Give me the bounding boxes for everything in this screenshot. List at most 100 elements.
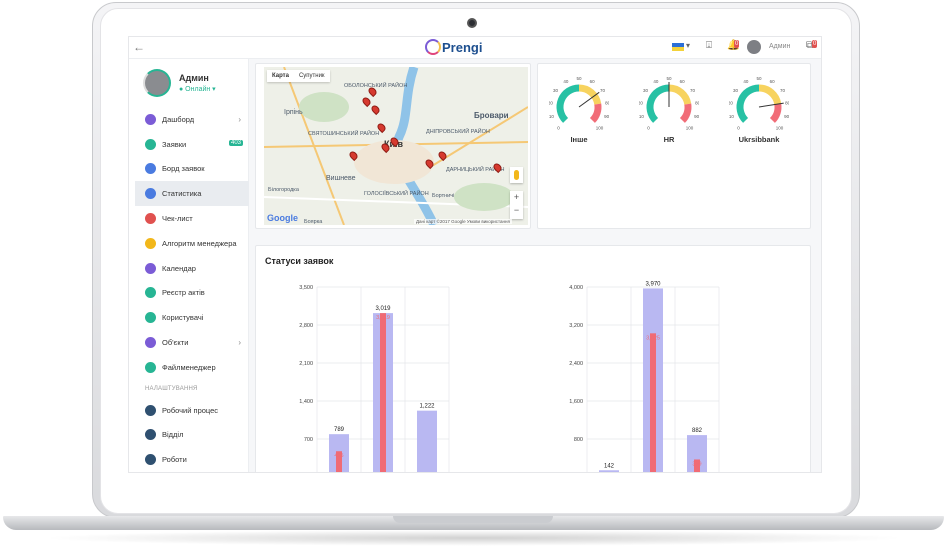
gauge-tick-label: 60	[770, 79, 776, 84]
gauge-band	[758, 84, 782, 105]
gauge-tick-label: 0	[557, 126, 560, 131]
gauge-dial: 10 20 30 40 50 60 70 80 90 100 0	[548, 76, 611, 131]
logo-text: Prengi	[442, 40, 483, 55]
map-tab-map[interactable]: Карта	[267, 70, 294, 82]
sidebar-item-icon	[145, 361, 156, 373]
sidebar-item-label: Реєстр актів	[162, 288, 205, 298]
gauge-band	[679, 103, 692, 123]
laptop-notch	[393, 516, 553, 523]
sidebar-item-label: Заявки	[162, 139, 187, 149]
bar-sub	[650, 333, 656, 472]
gauge-label: HR	[663, 135, 675, 144]
sidebar-item[interactable]: Алгоритм менеджера	[135, 231, 249, 256]
bar-sub-label: 3,019	[376, 315, 390, 321]
gauge-label: Ukrsibbank	[738, 135, 780, 144]
back-arrow-icon[interactable]: ←	[133, 40, 145, 54]
statuses-title: Статуси заявок	[265, 256, 334, 266]
google-logo: Google	[267, 213, 298, 223]
sidebar-item-icon	[145, 262, 156, 274]
sidebar-item[interactable]: Роботи	[135, 447, 249, 472]
map-label: СВЯТОШИНСЬКИЙ РАЙОН	[308, 131, 380, 137]
bar-total-label: 3,970	[645, 281, 661, 287]
status-chart-1: 3,500 2,800 2,100 1,400 700 789 475 3,019 3,019 1…	[299, 285, 450, 472]
street-view-pegman-icon[interactable]	[510, 167, 523, 183]
gauge-tick-label: 90	[694, 114, 699, 119]
chevron-right-icon: ›	[238, 114, 241, 124]
zoom-out-button[interactable]: −	[510, 204, 523, 217]
y-tick-label: 800	[574, 437, 583, 443]
sidebar-item[interactable]: Дашборд ›	[135, 107, 249, 132]
sidebar-item-label: Об'єкти	[162, 338, 189, 348]
map-label: Боярка	[304, 219, 323, 225]
sidebar-item[interactable]: Реєстр актів	[135, 281, 249, 306]
gauge-tick-label: 30	[643, 88, 649, 93]
map-label: Білогородка	[268, 187, 299, 193]
sidebar-item[interactable]: Робочий процес	[135, 398, 249, 423]
y-tick-label: 1,400	[299, 399, 313, 405]
bar-total	[599, 470, 619, 472]
gauge-tick-label: 40	[743, 79, 749, 84]
sidebar-item[interactable]: Користувачі	[135, 305, 249, 330]
zoom-in-button[interactable]: +	[510, 191, 523, 204]
sidebar-item[interactable]: Відділ	[135, 423, 249, 448]
sidebar-item-label: Борд заявок	[162, 164, 205, 174]
profile-avatar[interactable]	[143, 69, 171, 97]
gauge-tick-label: 70	[690, 88, 696, 93]
bar-total	[417, 410, 437, 472]
sidebar: Админ ● Онлайн ▾ Дашборд › Заявки 403 Борд з…	[129, 59, 249, 472]
sidebar-item-count: 403	[228, 139, 243, 146]
sidebar-item[interactable]: Об'єкти ›	[135, 330, 249, 355]
gauge-tick-label: 100	[686, 126, 694, 131]
language-caret-icon[interactable]: ▾	[686, 41, 690, 50]
sidebar-item-icon	[145, 237, 156, 249]
gauge-band	[769, 103, 782, 123]
sidebar-item-icon	[145, 188, 156, 200]
camera	[467, 18, 477, 28]
user-avatar[interactable]	[747, 40, 761, 54]
sidebar-item-icon	[145, 454, 156, 466]
gauge-label: Інше	[570, 135, 588, 144]
sidebar-item-icon	[145, 138, 156, 150]
download-icon[interactable]: ⍗	[706, 40, 712, 51]
gauge-tick-label: 70	[600, 88, 606, 93]
sidebar-item[interactable]: Календар	[135, 256, 249, 281]
gauge-tick-label: 100	[776, 126, 784, 131]
gauge-tick-label: 20	[549, 100, 553, 105]
map-label: Ірпінь	[284, 109, 303, 116]
app-logo[interactable]: Prengi	[425, 38, 485, 58]
sidebar-item[interactable]: Борд заявок	[135, 157, 249, 182]
sidebar-item-label: Робочий процес	[162, 405, 219, 415]
gauge-tick-label: 80	[605, 100, 609, 105]
sidebar-item-label: Чек-лист	[162, 214, 193, 224]
y-tick-label: 2,100	[299, 361, 313, 367]
map-type-tabs: Карта Супутник	[267, 70, 330, 82]
user-name[interactable]: Админ	[769, 43, 790, 50]
gauge-tick-label: 10	[729, 114, 734, 119]
chevron-right-icon: ›	[238, 338, 241, 348]
profile-name: Админ	[179, 73, 209, 83]
gauge-tick-label: 100	[596, 126, 604, 131]
sidebar-item[interactable]: Заявки 403	[135, 132, 249, 157]
bar-total-label: 789	[334, 427, 345, 433]
sidebar-item-label: Алгоритм менеджера	[162, 238, 237, 248]
map[interactable]: Карта Супутник ОБОЛОНСЬКИЙ РАЙОН Ірпінь …	[264, 67, 528, 225]
profile-status[interactable]: ● Онлайн ▾	[179, 85, 216, 93]
map-tab-satellite[interactable]: Супутник	[294, 70, 330, 82]
gauge-tick-label: 80	[695, 100, 699, 105]
y-tick-label: 1,600	[569, 399, 583, 405]
gauge-tick-label: 40	[653, 79, 659, 84]
sidebar-item-label: Відділ	[162, 430, 184, 440]
map-label: ОБОЛОНСЬКИЙ РАЙОН	[344, 83, 408, 89]
gauge-tick-label: 90	[604, 114, 609, 119]
sidebar-item[interactable]: Файлменеджер	[135, 355, 249, 380]
bell-badge: 0	[734, 40, 740, 48]
map-label: Бортничі	[432, 193, 455, 199]
gauge-tick-label: 20	[639, 100, 643, 105]
map-label: Бровари	[474, 111, 509, 120]
sidebar-item[interactable]: Чек-лист	[135, 206, 249, 231]
gauge-tick-label: 10	[639, 114, 644, 119]
y-tick-label: 2,400	[569, 361, 583, 367]
map-credit[interactable]: Дані карт ©2017 Google Умови використанн…	[414, 219, 512, 224]
sidebar-item[interactable]: Статистика	[135, 181, 249, 207]
ukraine-flag-icon[interactable]	[672, 43, 684, 51]
